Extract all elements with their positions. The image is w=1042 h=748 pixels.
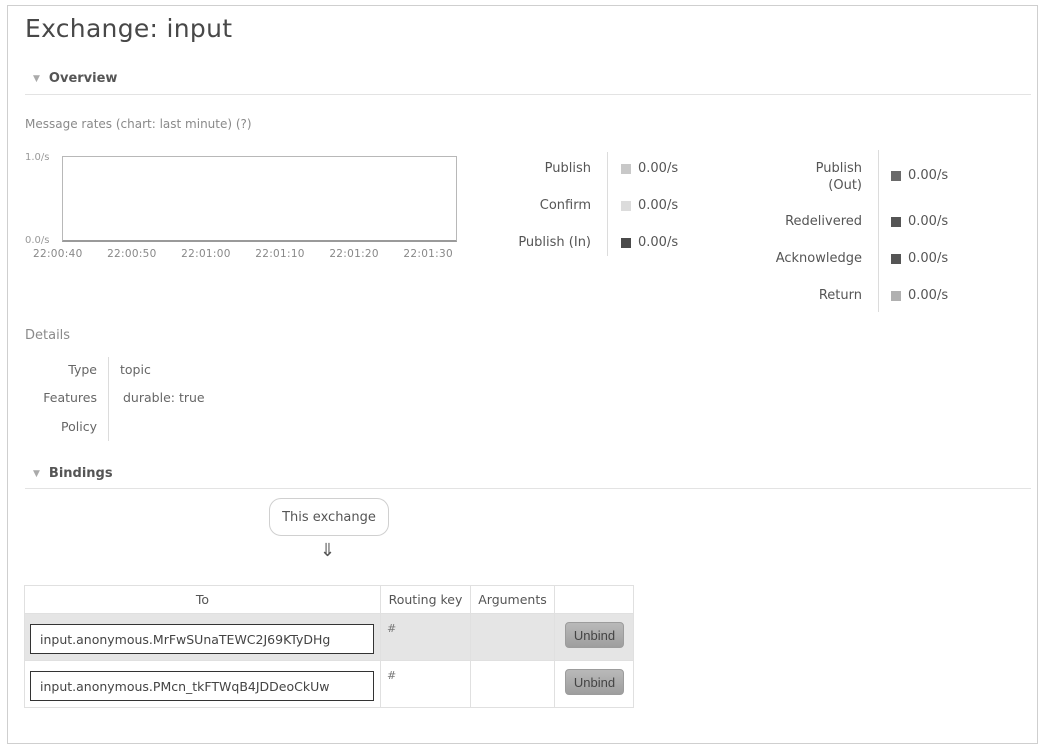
rate-value-publish: 0.00/s — [621, 161, 678, 176]
bindings-heading: Bindings — [48, 466, 113, 481]
rate-value-text: 0.00/s — [908, 168, 949, 183]
message-rates-label[interactable]: Message rates (chart: last minute) (?) — [25, 117, 252, 131]
rate-label-publish-in: Publish (In) — [518, 235, 591, 250]
details-features-label: Features — [43, 390, 97, 405]
rate-value-text: 0.00/s — [908, 288, 949, 303]
rates-divider-right — [878, 150, 879, 312]
chart-y-max-label: 1.0/s — [25, 152, 50, 163]
overview-section-toggle[interactable]: ▼ Overview — [33, 71, 117, 86]
legend-swatch — [891, 290, 901, 301]
rate-label-redelivered: Redelivered — [785, 214, 862, 229]
chart-x-tick: 22:01:30 — [403, 248, 453, 260]
message-rates-chart — [62, 156, 457, 242]
binding-destination-link[interactable]: input.anonymous.PMcn_tkFTWqB4JDDeoCkUw — [30, 671, 374, 701]
rate-value-return: 0.00/s — [891, 288, 948, 303]
chart-x-tick: 22:01:20 — [329, 248, 379, 260]
binding-destination-link[interactable]: input.anonymous.MrFwSUnaTEWC2J69KTyDHg — [30, 624, 374, 654]
table-row: input.anonymous.PMcn_tkFTWqB4JDDeoCkUw #… — [24, 660, 634, 708]
rate-value-redelivered: 0.00/s — [891, 214, 948, 229]
overview-heading: Overview — [48, 71, 118, 86]
legend-swatch — [621, 237, 631, 248]
details-policy-label: Policy — [61, 419, 97, 434]
chart-x-tick: 22:01:10 — [255, 248, 305, 260]
chart-x-axis: 22:00:40 22:00:50 22:01:00 22:01:10 22:0… — [33, 248, 453, 260]
rate-value-confirm: 0.00/s — [621, 198, 678, 213]
details-type-value: topic — [120, 362, 151, 377]
collapse-triangle-icon: ▼ — [33, 468, 40, 479]
unbind-button[interactable]: Unbind — [565, 622, 624, 648]
legend-swatch — [891, 216, 901, 227]
chart-x-tick: 22:01:00 — [181, 248, 231, 260]
column-header-arguments: Arguments — [470, 585, 555, 614]
column-header-routing-key: Routing key — [380, 585, 471, 614]
binding-arguments — [470, 660, 555, 708]
rate-label-publish-out: Publish (Out) — [815, 161, 862, 193]
this-exchange-node: This exchange — [269, 498, 389, 536]
rate-value-publish-in: 0.00/s — [621, 235, 678, 250]
legend-swatch — [621, 163, 631, 174]
chart-x-tick: 22:00:50 — [107, 248, 157, 260]
rate-label-acknowledge: Acknowledge — [775, 251, 862, 266]
page-title: Exchange: input — [25, 14, 233, 43]
binding-destination-cell: input.anonymous.PMcn_tkFTWqB4JDDeoCkUw — [24, 660, 381, 708]
binding-actions-cell: Unbind — [554, 660, 634, 708]
overview-divider — [25, 94, 1031, 95]
rate-value-publish-out: 0.00/s — [891, 168, 948, 183]
bindings-table: To Routing key Arguments input.anonymous… — [24, 585, 634, 708]
legend-swatch — [891, 170, 901, 181]
rate-value-acknowledge: 0.00/s — [891, 251, 948, 266]
rates-divider-left — [607, 152, 608, 256]
legend-swatch — [621, 200, 631, 211]
column-header-actions — [554, 585, 634, 614]
details-divider — [108, 357, 109, 441]
rate-label-publish: Publish — [544, 161, 591, 176]
rate-value-text: 0.00/s — [638, 198, 679, 213]
column-header-to: To — [24, 585, 381, 614]
binding-routing-key: # — [380, 660, 471, 708]
details-type-label: Type — [68, 362, 97, 377]
table-row: input.anonymous.MrFwSUnaTEWC2J69KTyDHg #… — [24, 613, 634, 661]
bindings-section-toggle[interactable]: ▼ Bindings — [33, 466, 113, 481]
legend-swatch — [891, 253, 901, 264]
binding-destination-cell: input.anonymous.MrFwSUnaTEWC2J69KTyDHg — [24, 613, 381, 661]
chart-x-tick: 22:00:40 — [33, 248, 83, 260]
rate-value-text: 0.00/s — [638, 161, 679, 176]
rate-value-text: 0.00/s — [908, 251, 949, 266]
unbind-button[interactable]: Unbind — [565, 669, 624, 695]
table-header-row: To Routing key Arguments — [24, 585, 634, 614]
binding-actions-cell: Unbind — [554, 613, 634, 661]
binding-routing-key: # — [380, 613, 471, 661]
rate-label-return: Return — [818, 288, 862, 303]
binding-arguments — [470, 613, 555, 661]
details-features-value: durable: true — [123, 390, 205, 405]
details-heading: Details — [25, 328, 71, 343]
rate-value-text: 0.00/s — [908, 214, 949, 229]
rate-label-confirm: Confirm — [539, 198, 591, 213]
chart-y-min-label: 0.0/s — [25, 235, 50, 246]
double-down-arrow-icon: ⇓ — [320, 540, 336, 561]
collapse-triangle-icon: ▼ — [33, 73, 40, 84]
rate-value-text: 0.00/s — [638, 235, 679, 250]
bindings-divider — [25, 488, 1031, 489]
